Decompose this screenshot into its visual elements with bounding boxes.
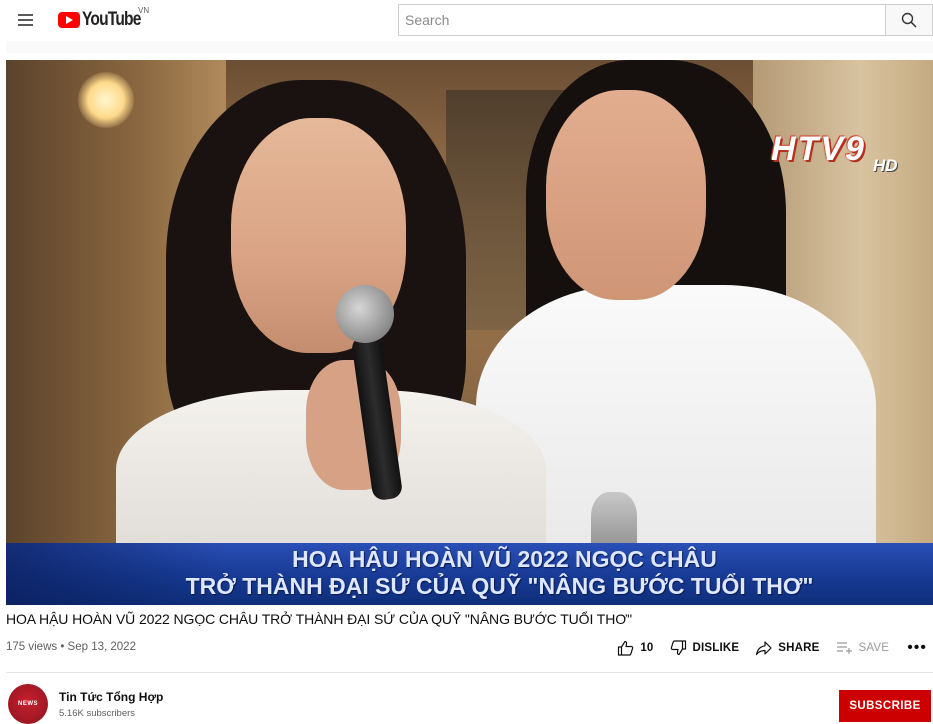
search-input[interactable] <box>405 12 886 28</box>
youtube-logo-text: YouTube <box>82 9 141 30</box>
channel-name[interactable]: Tin Tức Tổng Hợp <box>59 690 163 704</box>
video-player[interactable]: HTV9 HD HOA HẬU HOÀN VŨ 2022 NGỌC CHÂU T… <box>6 60 933 605</box>
info-divider <box>6 672 933 673</box>
search-icon <box>901 12 917 28</box>
wall-lamp <box>78 72 134 128</box>
like-button[interactable]: 10 <box>617 640 653 656</box>
more-options-icon[interactable]: ••• <box>907 640 927 656</box>
tv-channel-logo-text: HTV9 <box>771 130 866 168</box>
channel-avatar-text: NEWS <box>18 701 38 707</box>
share-label: SHARE <box>778 642 820 654</box>
thumbs-down-icon <box>670 640 686 656</box>
person-right-face <box>546 90 706 300</box>
share-button[interactable]: SHARE <box>755 640 819 656</box>
dislike-button[interactable]: DISLIKE <box>670 640 740 656</box>
subscribe-button[interactable]: SUBSCRIBE <box>839 690 931 722</box>
microphone-head <box>336 285 394 343</box>
youtube-play-icon <box>58 12 80 28</box>
tv-channel-hd-badge: HD <box>873 156 898 175</box>
search-button[interactable] <box>885 4 933 36</box>
search-bar <box>398 4 886 36</box>
video-actions: 10 DISLIKE SHARE SAVE ••• <box>601 638 927 658</box>
save-label: SAVE <box>858 642 890 654</box>
video-title: HOA HẬU HOÀN VŨ 2022 NGỌC CHÂU TRỞ THÀNH… <box>6 611 633 627</box>
youtube-logo[interactable]: YouTube VN <box>58 6 153 31</box>
caption-line-2: TRỞ THÀNH ĐẠI SỨ CỦA QUỸ "NÂNG BƯỚC TUỔI… <box>185 573 814 599</box>
news-caption-band: HOA HẬU HOÀN VŨ 2022 NGỌC CHÂU TRỞ THÀNH… <box>6 543 933 605</box>
country-code: VN <box>138 6 150 15</box>
video-meta: 175 views • Sep 13, 2022 <box>6 641 136 653</box>
hamburger-menu-icon[interactable] <box>18 10 36 30</box>
dislike-label: DISLIKE <box>692 642 740 654</box>
playlist-add-icon <box>836 642 852 654</box>
thumbs-up-icon <box>618 640 634 656</box>
subscriber-count: 5.16K subscribers <box>59 708 136 719</box>
save-button[interactable]: SAVE <box>836 641 890 655</box>
channel-avatar[interactable]: NEWS <box>8 684 48 724</box>
caption-line-1: HOA HẬU HOÀN VŨ 2022 NGỌC CHÂU <box>292 546 717 572</box>
like-count: 10 <box>640 642 654 654</box>
header-divider <box>6 41 933 53</box>
share-arrow-icon <box>756 641 772 656</box>
masthead: YouTube VN <box>0 0 933 41</box>
tv-channel-logo: HTV9 HD <box>771 122 931 182</box>
